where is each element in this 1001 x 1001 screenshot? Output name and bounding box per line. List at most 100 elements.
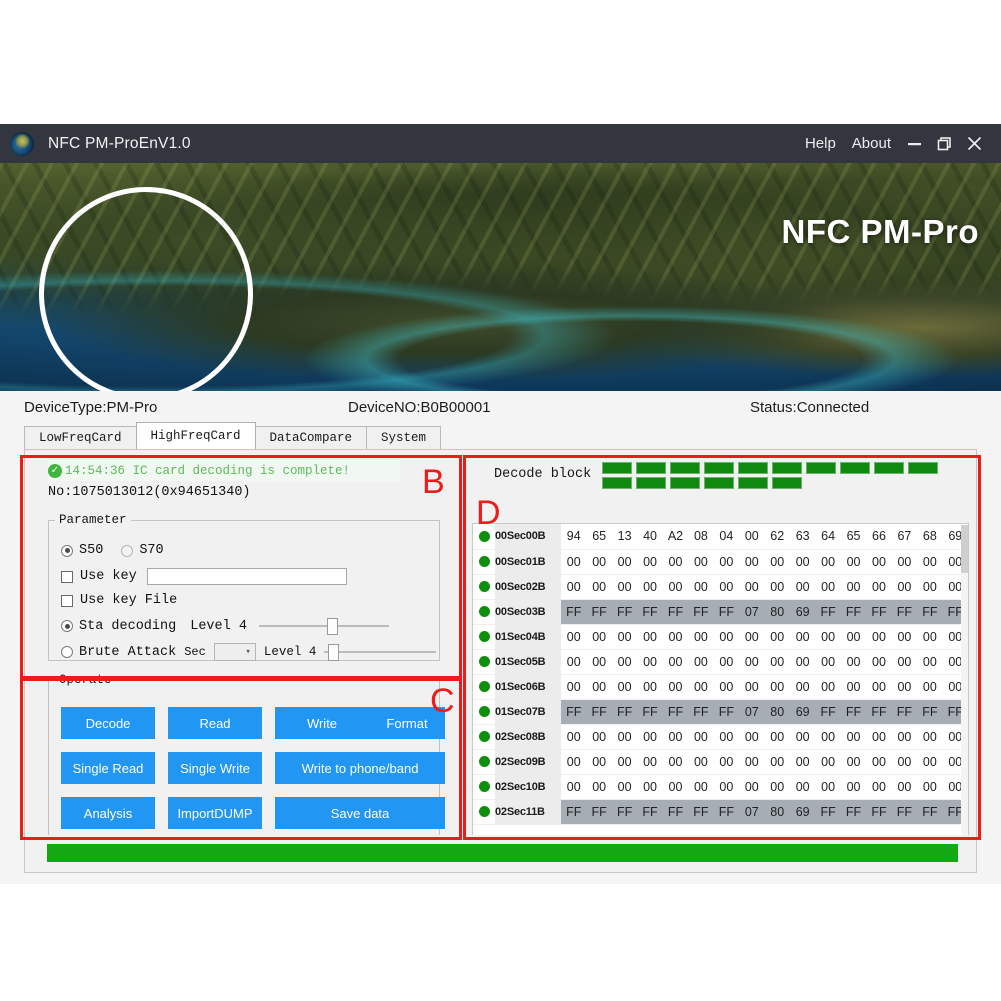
hex-byte-cell[interactable]: FF (815, 699, 841, 724)
hex-byte-cell[interactable]: 00 (866, 649, 892, 674)
hex-byte-cell[interactable]: FF (561, 599, 587, 624)
hex-byte-cell[interactable]: 00 (688, 624, 714, 649)
hex-byte-cell[interactable]: 64 (815, 524, 841, 549)
hex-byte-cell[interactable]: 00 (764, 724, 790, 749)
hex-byte-cell[interactable]: 00 (662, 749, 689, 774)
hex-byte-cell[interactable]: 00 (688, 649, 714, 674)
hex-byte-cell[interactable]: FF (866, 699, 892, 724)
hex-byte-cell[interactable]: 00 (764, 774, 790, 799)
hex-byte-cell[interactable]: 00 (789, 774, 816, 799)
hex-byte-cell[interactable]: FF (688, 699, 714, 724)
write-to-phone-button[interactable]: Write to phone/band (275, 752, 445, 784)
hex-byte-cell[interactable]: 00 (688, 724, 714, 749)
hex-byte-cell[interactable]: 00 (789, 749, 816, 774)
hex-byte-cell[interactable]: 00 (713, 574, 740, 599)
hex-byte-cell[interactable]: 00 (866, 624, 892, 649)
use-key-checkbox[interactable] (61, 570, 73, 583)
hex-byte-cell[interactable]: 00 (611, 724, 638, 749)
hex-byte-cell[interactable]: 00 (586, 574, 612, 599)
hex-byte-cell[interactable]: 80 (764, 699, 790, 724)
hex-byte-cell[interactable]: 00 (840, 549, 867, 574)
hex-byte-cell[interactable]: FF (713, 599, 740, 624)
hex-byte-cell[interactable]: FF (815, 799, 841, 824)
hex-byte-cell[interactable]: 00 (611, 624, 638, 649)
hex-byte-cell[interactable]: FF (917, 699, 943, 724)
read-button[interactable]: Read (168, 707, 262, 739)
hex-byte-cell[interactable]: 00 (739, 649, 765, 674)
brute-sec-select[interactable]: ▾ (213, 643, 256, 661)
hex-byte-cell[interactable]: 00 (815, 549, 841, 574)
hex-byte-cell[interactable]: 00 (739, 624, 765, 649)
hex-byte-cell[interactable]: 00 (840, 749, 867, 774)
hex-byte-cell[interactable]: 00 (764, 574, 790, 599)
hex-byte-cell[interactable]: 00 (561, 624, 587, 649)
hex-byte-cell[interactable]: 00 (586, 724, 612, 749)
radio-brute-attack[interactable] (61, 646, 73, 658)
hex-byte-cell[interactable]: 00 (713, 774, 740, 799)
hex-byte-cell[interactable]: FF (713, 799, 740, 824)
hex-byte-cell[interactable]: FF (637, 799, 663, 824)
tab-datacompare[interactable]: DataCompare (254, 426, 368, 449)
hex-byte-cell[interactable]: FF (586, 599, 612, 624)
hex-byte-cell[interactable]: 00 (586, 749, 612, 774)
hex-byte-cell[interactable]: FF (840, 799, 867, 824)
hex-byte-cell[interactable]: 69 (789, 599, 816, 624)
hex-byte-cell[interactable]: 00 (840, 624, 867, 649)
hex-byte-cell[interactable]: 00 (637, 649, 663, 674)
hex-byte-cell[interactable]: 00 (561, 749, 587, 774)
hex-byte-cell[interactable]: 00 (713, 724, 740, 749)
hex-byte-cell[interactable]: 00 (789, 649, 816, 674)
hex-byte-cell[interactable]: 00 (815, 724, 841, 749)
hex-byte-cell[interactable]: 00 (917, 774, 943, 799)
hex-byte-cell[interactable]: FF (662, 799, 689, 824)
hex-byte-cell[interactable]: FF (917, 799, 943, 824)
table-row[interactable]: 02Sec08B 00 00 00 00 00 00 00 00 00 00 00 00 00 00 00 00 (473, 724, 968, 749)
data-table-scrollbar[interactable] (961, 525, 968, 835)
hex-byte-cell[interactable]: 00 (586, 674, 612, 699)
hex-byte-cell[interactable]: 00 (840, 724, 867, 749)
hex-byte-cell[interactable]: 00 (688, 749, 714, 774)
hex-byte-cell[interactable]: 80 (764, 599, 790, 624)
radio-s50[interactable] (61, 544, 73, 557)
hex-byte-cell[interactable]: 13 (611, 524, 638, 549)
hex-byte-cell[interactable]: 69 (789, 699, 816, 724)
hex-byte-cell[interactable]: 00 (840, 674, 867, 699)
table-row[interactable]: 02Sec10B 00 00 00 00 00 00 00 00 00 00 00 00 00 00 00 00 (473, 774, 968, 799)
hex-byte-cell[interactable]: 00 (815, 674, 841, 699)
scrollbar-thumb[interactable] (961, 525, 968, 573)
hex-byte-cell[interactable]: 65 (586, 524, 612, 549)
hex-byte-cell[interactable]: 00 (815, 649, 841, 674)
table-row[interactable]: 01Sec07B FF FF FF FF FF FF FF 07 80 69 FF FF FF FF FF FF (473, 699, 968, 724)
close-icon[interactable] (959, 124, 989, 163)
hex-byte-cell[interactable]: 00 (917, 649, 943, 674)
hex-byte-cell[interactable]: FF (586, 799, 612, 824)
hex-byte-cell[interactable]: 00 (713, 549, 740, 574)
hex-byte-cell[interactable]: FF (917, 599, 943, 624)
hex-byte-cell[interactable]: FF (840, 599, 867, 624)
menu-about[interactable]: About (844, 135, 899, 152)
restore-icon[interactable] (929, 124, 959, 163)
hex-byte-cell[interactable]: FF (637, 699, 663, 724)
hex-byte-cell[interactable]: 80 (764, 799, 790, 824)
hex-byte-cell[interactable]: FF (637, 599, 663, 624)
hex-byte-cell[interactable]: 00 (764, 674, 790, 699)
hex-byte-cell[interactable]: 00 (917, 624, 943, 649)
hex-byte-cell[interactable]: 00 (561, 549, 587, 574)
single-write-button[interactable]: Single Write (168, 752, 262, 784)
hex-byte-cell[interactable]: 00 (561, 574, 587, 599)
hex-byte-cell[interactable]: 00 (586, 649, 612, 674)
hex-byte-cell[interactable]: 00 (637, 674, 663, 699)
hex-byte-cell[interactable]: FF (815, 599, 841, 624)
hex-byte-cell[interactable]: 00 (891, 624, 918, 649)
brute-slider-knob[interactable] (327, 643, 339, 661)
hex-byte-cell[interactable]: 00 (561, 674, 587, 699)
hex-byte-cell[interactable]: 00 (637, 549, 663, 574)
hex-byte-cell[interactable]: 00 (891, 749, 918, 774)
hex-byte-cell[interactable]: 00 (891, 649, 918, 674)
hex-byte-cell[interactable]: 00 (611, 549, 638, 574)
hex-byte-cell[interactable]: 63 (789, 524, 816, 549)
hex-byte-cell[interactable]: 00 (739, 774, 765, 799)
table-row[interactable]: 00Sec01B 00 00 00 00 00 00 00 00 00 00 00 00 00 00 00 00 (473, 549, 968, 574)
hex-byte-cell[interactable]: FF (611, 599, 638, 624)
hex-byte-cell[interactable]: FF (688, 799, 714, 824)
